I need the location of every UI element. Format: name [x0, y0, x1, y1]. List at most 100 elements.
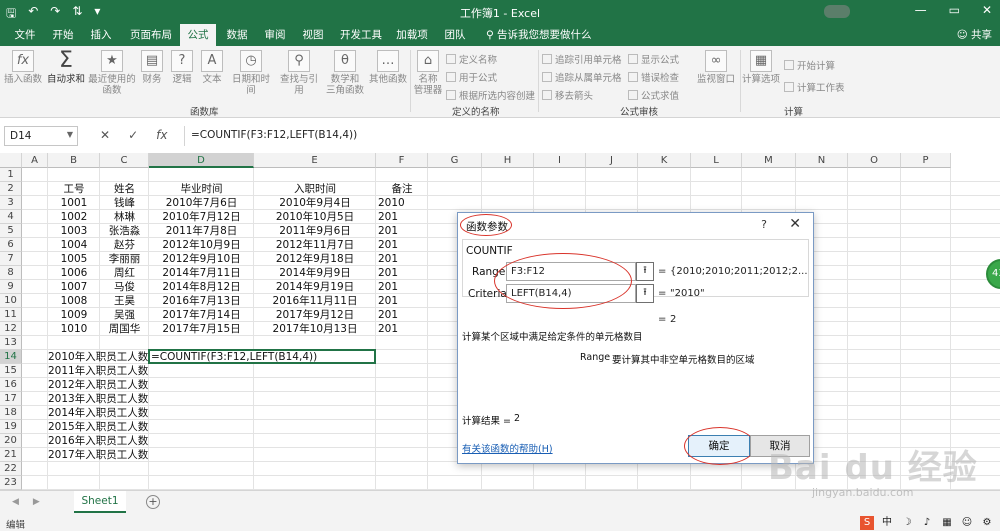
column-header-b[interactable]: B — [48, 153, 100, 168]
tab-page-layout[interactable]: 页面布局 — [124, 24, 178, 46]
help-link[interactable]: 有关该函数的帮助(H) — [462, 441, 553, 455]
cell[interactable]: 201 — [376, 224, 428, 238]
help-icon[interactable]: ? — [761, 218, 767, 231]
name-box[interactable]: D14 ▼ — [4, 126, 78, 146]
cell[interactable]: 2014年8月12日 — [149, 280, 254, 294]
cell[interactable]: 2012年10月9日 — [149, 238, 254, 252]
sheet-next-icon[interactable]: ▶ — [33, 497, 40, 507]
create-from-selection-button[interactable]: 根据所选内容创建 — [446, 88, 535, 102]
avatar[interactable] — [824, 5, 850, 18]
sheet-prev-icon[interactable]: ◀ — [12, 497, 19, 507]
cell-summary-label[interactable]: 2011年入职员工人数 — [48, 364, 149, 378]
keyboard-icon[interactable]: ▦ — [940, 516, 954, 530]
cell-summary-label[interactable]: 2014年入职员工人数 — [48, 406, 149, 420]
tab-file[interactable]: 文件 — [8, 24, 42, 46]
cell[interactable]: 2017年7月14日 — [149, 308, 254, 322]
cell-summary-label[interactable]: 2012年入职员工人数 — [48, 378, 149, 392]
cell[interactable]: 林琳 — [100, 210, 149, 224]
cell[interactable]: 201 — [376, 266, 428, 280]
column-header-h[interactable]: H — [482, 153, 534, 168]
remove-arrows-button[interactable]: 移去箭头 — [542, 88, 593, 102]
cell[interactable]: 马俊 — [100, 280, 149, 294]
cell-summary-label[interactable]: 2010年入职员工人数 — [48, 350, 149, 364]
trace-dependents-button[interactable]: 追踪从属单元格 — [542, 70, 622, 84]
row-header-18[interactable]: 18 — [0, 406, 22, 420]
cell[interactable]: 赵芬 — [100, 238, 149, 252]
cell-header[interactable]: 入职时间 — [254, 182, 376, 196]
tab-team[interactable]: 团队 — [438, 24, 472, 46]
insert-function-icon[interactable]: fx — [156, 128, 167, 142]
cell[interactable]: 2010年10月5日 — [254, 210, 376, 224]
collapse-range-button[interactable]: ⭱ — [636, 262, 654, 281]
tab-view[interactable]: 视图 — [296, 24, 330, 46]
cell[interactable]: 1004 — [48, 238, 100, 252]
row-header-14[interactable]: 14 — [0, 350, 22, 364]
cell-header[interactable]: 姓名 — [100, 182, 149, 196]
cell-summary-label[interactable]: 2015年入职员工人数 — [48, 420, 149, 434]
cell[interactable]: 1001 — [48, 196, 100, 210]
cell[interactable]: 1010 — [48, 322, 100, 336]
other-functions-button[interactable]: … 其他函数 — [368, 50, 408, 85]
row-header-17[interactable]: 17 — [0, 392, 22, 406]
cell[interactable]: 201 — [376, 238, 428, 252]
row-header-20[interactable]: 20 — [0, 434, 22, 448]
autosum-button[interactable]: Σ 自动求和 — [46, 50, 86, 86]
column-header-j[interactable]: J — [586, 153, 638, 168]
cell[interactable]: 201 — [376, 252, 428, 266]
cell[interactable]: 张浩淼 — [100, 224, 149, 238]
select-all-corner[interactable] — [0, 153, 22, 168]
row-header-21[interactable]: 21 — [0, 448, 22, 462]
row-header-9[interactable]: 9 — [0, 280, 22, 294]
cell[interactable]: 2014年7月11日 — [149, 266, 254, 280]
show-formulas-button[interactable]: 显示公式 — [628, 52, 679, 66]
row-header-15[interactable]: 15 — [0, 364, 22, 378]
row-header-23[interactable]: 23 — [0, 476, 22, 490]
tab-formulas[interactable]: 公式 — [180, 24, 216, 46]
row-header-10[interactable]: 10 — [0, 294, 22, 308]
cell[interactable]: 201 — [376, 294, 428, 308]
row-header-6[interactable]: 6 — [0, 238, 22, 252]
row-header-13[interactable]: 13 — [0, 336, 22, 350]
row-header-11[interactable]: 11 — [0, 308, 22, 322]
tab-home[interactable]: 开始 — [46, 24, 80, 46]
column-header-f[interactable]: F — [376, 153, 428, 168]
name-manager-button[interactable]: ⌂ 名称 管理器 — [412, 50, 444, 96]
close-icon[interactable]: ✕ — [789, 216, 801, 232]
cell[interactable]: 2016年7月13日 — [149, 294, 254, 308]
cell[interactable]: 2012年9月18日 — [254, 252, 376, 266]
cancel-formula-button[interactable]: ✕ — [100, 128, 110, 142]
column-header-d[interactable]: D — [149, 153, 254, 168]
column-header-n[interactable]: N — [796, 153, 848, 168]
sheet-tab-sheet1[interactable]: Sheet1 — [74, 491, 126, 513]
column-header-k[interactable]: K — [638, 153, 691, 168]
define-name-button[interactable]: 定义名称 — [446, 52, 497, 66]
tab-developer[interactable]: 开发工具 — [336, 24, 386, 46]
cell[interactable]: 1007 — [48, 280, 100, 294]
cell[interactable]: 1002 — [48, 210, 100, 224]
cell[interactable]: 2014年9月19日 — [254, 280, 376, 294]
evaluate-formula-button[interactable]: 公式求值 — [628, 88, 679, 102]
cell-header[interactable]: 毕业时间 — [149, 182, 254, 196]
text-function-button[interactable]: A 文本 — [198, 50, 226, 85]
cell[interactable]: 201 — [376, 280, 428, 294]
watch-window-button[interactable]: ∞ 监视窗口 — [696, 50, 736, 85]
error-checking-button[interactable]: 错误检查 — [628, 70, 679, 84]
row-header-19[interactable]: 19 — [0, 420, 22, 434]
cell[interactable]: 2016年11月11日 — [254, 294, 376, 308]
enter-formula-button[interactable]: ✓ — [128, 128, 138, 142]
row-header-2[interactable]: 2 — [0, 182, 22, 196]
cell[interactable]: 李丽丽 — [100, 252, 149, 266]
share-button[interactable]: ☺ 共享 — [957, 24, 992, 46]
cell[interactable]: 1008 — [48, 294, 100, 308]
minimize-button[interactable]: — — [915, 3, 927, 17]
cell-d14-formula[interactable]: =COUNTIF(F3:F12,LEFT(B14,4)) — [149, 350, 376, 364]
collapse-criteria-button[interactable]: ⭱ — [636, 284, 654, 303]
recent-functions-button[interactable]: ★ 最近使用的 函数 — [88, 50, 136, 96]
row-header-5[interactable]: 5 — [0, 224, 22, 238]
add-sheet-button[interactable]: + — [146, 495, 160, 509]
use-in-formula-button[interactable]: 用于公式 — [446, 70, 497, 84]
column-header-c[interactable]: C — [100, 153, 149, 168]
cell[interactable]: 周国华 — [100, 322, 149, 336]
cell[interactable]: 201 — [376, 322, 428, 336]
cell[interactable]: 2010年7月6日 — [149, 196, 254, 210]
